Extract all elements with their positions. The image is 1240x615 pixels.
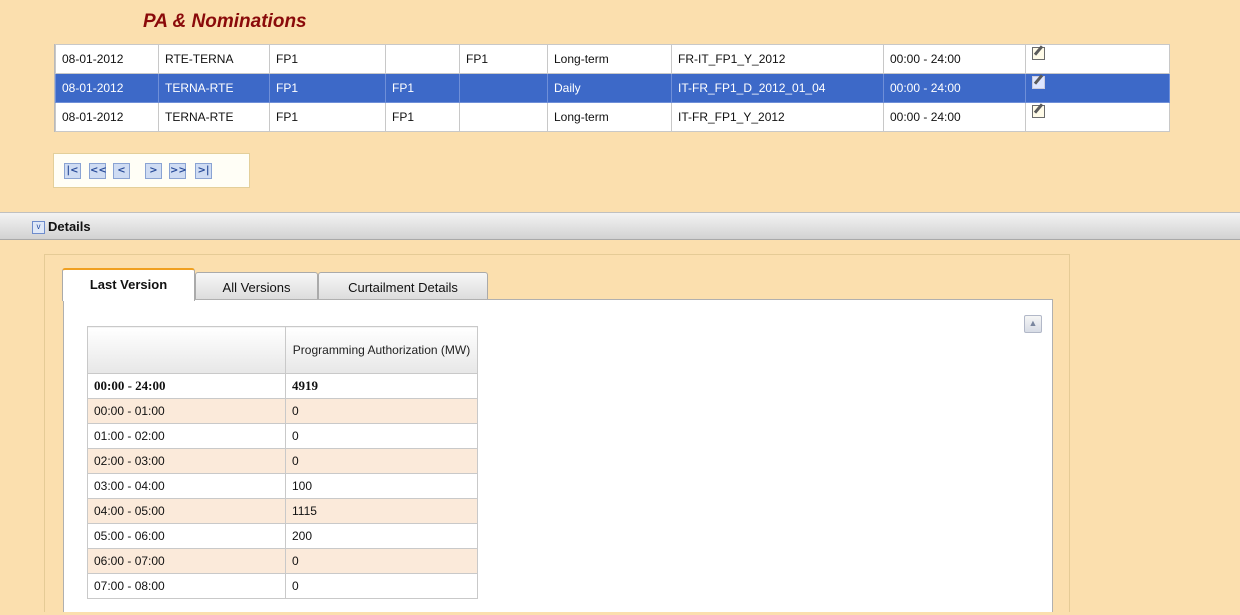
- period-cell: 01:00 - 02:00: [87, 423, 286, 449]
- edit-icon[interactable]: [1032, 47, 1045, 60]
- cell-product: FP1: [269, 73, 386, 103]
- cell-direction: TERNA-RTE: [158, 73, 270, 103]
- cell-type: Daily: [547, 73, 672, 103]
- pa-value-cell: 0: [285, 548, 478, 574]
- edit-cell: [1025, 44, 1170, 74]
- pa-row: 01:00 - 02:00 0: [87, 423, 478, 449]
- pa-value-cell: 1115: [285, 498, 478, 524]
- details-section-header[interactable]: v Details: [0, 212, 1240, 240]
- cell-date: 08-01-2012: [55, 44, 159, 74]
- cell-col5: [459, 73, 548, 103]
- details-label: Details: [48, 219, 91, 234]
- chevron-down-icon[interactable]: v: [32, 221, 45, 234]
- pa-row: 00:00 - 01:00 0: [87, 398, 478, 424]
- cell-product: FP1: [269, 44, 386, 74]
- cell-code: IT-FR_FP1_Y_2012: [671, 102, 884, 132]
- cell-type: Long-term: [547, 44, 672, 74]
- pa-value-cell: 0: [285, 573, 478, 599]
- pa-value-cell: 200: [285, 523, 478, 549]
- period-cell: 03:00 - 04:00: [87, 473, 286, 499]
- pa-value-cell: 0: [285, 448, 478, 474]
- edit-cell: [1025, 73, 1170, 103]
- pa-value-cell: 0: [285, 398, 478, 424]
- pa-table-header: Programming Authorization (MW): [87, 326, 478, 374]
- cell-code: FR-IT_FP1_Y_2012: [671, 44, 884, 74]
- pa-table: Programming Authorization (MW) 00:00 - 2…: [87, 326, 478, 599]
- pa-row: 07:00 - 08:00 0: [87, 573, 478, 599]
- scroll-up-icon[interactable]: ▲: [1024, 315, 1042, 333]
- page-title: PA & Nominations: [143, 11, 307, 32]
- cell-period: 00:00 - 24:00: [883, 44, 1026, 74]
- cell-col4: FP1: [385, 102, 460, 132]
- table-row[interactable]: 08-01-2012 RTE-TERNA FP1 FP1 Long-term FR-IT_…: [55, 44, 1170, 74]
- cell-code: IT-FR_FP1_D_2012_01_04: [671, 73, 884, 103]
- period-cell: 04:00 - 05:00: [87, 498, 286, 524]
- pa-value-cell: 100: [285, 473, 478, 499]
- period-cell: 02:00 - 03:00: [87, 448, 286, 474]
- vertical-scrollbar[interactable]: ▲: [1024, 315, 1042, 615]
- cell-period: 00:00 - 24:00: [883, 73, 1026, 103]
- cell-direction: RTE-TERNA: [158, 44, 270, 74]
- period-cell: 00:00 - 24:00: [87, 373, 286, 399]
- cell-type: Long-term: [547, 102, 672, 132]
- tab-last-version[interactable]: Last Version: [62, 268, 195, 301]
- table-row[interactable]: 08-01-2012 TERNA-RTE FP1 FP1 Daily IT-FR_FP1_…: [55, 73, 1170, 103]
- cell-col5: [459, 102, 548, 132]
- pa-value-cell: 4919: [285, 373, 478, 399]
- cell-col4: [385, 44, 460, 74]
- cell-direction: TERNA-RTE: [158, 102, 270, 132]
- table-row[interactable]: 08-01-2012 TERNA-RTE FP1 FP1 Long-term IT-FR_…: [55, 102, 1170, 132]
- cell-col5: FP1: [459, 44, 548, 74]
- period-cell: 05:00 - 06:00: [87, 523, 286, 549]
- edit-cell: [1025, 102, 1170, 132]
- pa-value-cell: 0: [285, 423, 478, 449]
- cell-product: FP1: [269, 102, 386, 132]
- next-page-button[interactable]: >: [145, 163, 162, 179]
- pa-total-row: 00:00 - 24:00 4919: [87, 373, 478, 399]
- edit-icon[interactable]: [1032, 105, 1045, 118]
- cell-period: 00:00 - 24:00: [883, 102, 1026, 132]
- previous-page-button[interactable]: <: [113, 163, 130, 179]
- pa-row: 06:00 - 07:00 0: [87, 548, 478, 574]
- period-cell: 00:00 - 01:00: [87, 398, 286, 424]
- last-page-button[interactable]: >|: [195, 163, 212, 179]
- cell-date: 08-01-2012: [55, 102, 159, 132]
- cell-date: 08-01-2012: [55, 73, 159, 103]
- period-cell: 06:00 - 07:00: [87, 548, 286, 574]
- edit-icon[interactable]: [1032, 76, 1045, 89]
- pager: |< << < > >> >|: [53, 153, 250, 188]
- pa-column-header: Programming Authorization (MW): [285, 326, 478, 374]
- pa-row: 02:00 - 03:00 0: [87, 448, 478, 474]
- fast-previous-button[interactable]: <<: [89, 163, 107, 179]
- fast-next-button[interactable]: >>: [169, 163, 187, 179]
- pa-row: 05:00 - 06:00 200: [87, 523, 478, 549]
- period-cell: 07:00 - 08:00: [87, 573, 286, 599]
- first-page-button[interactable]: |<: [64, 163, 81, 179]
- period-header: [87, 326, 286, 374]
- pa-row: 03:00 - 04:00 100: [87, 473, 478, 499]
- nominations-grid: 08-01-2012 RTE-TERNA FP1 FP1 Long-term FR-IT_…: [54, 44, 1170, 132]
- cell-col4: FP1: [385, 73, 460, 103]
- pa-row: 04:00 - 05:00 1115: [87, 498, 478, 524]
